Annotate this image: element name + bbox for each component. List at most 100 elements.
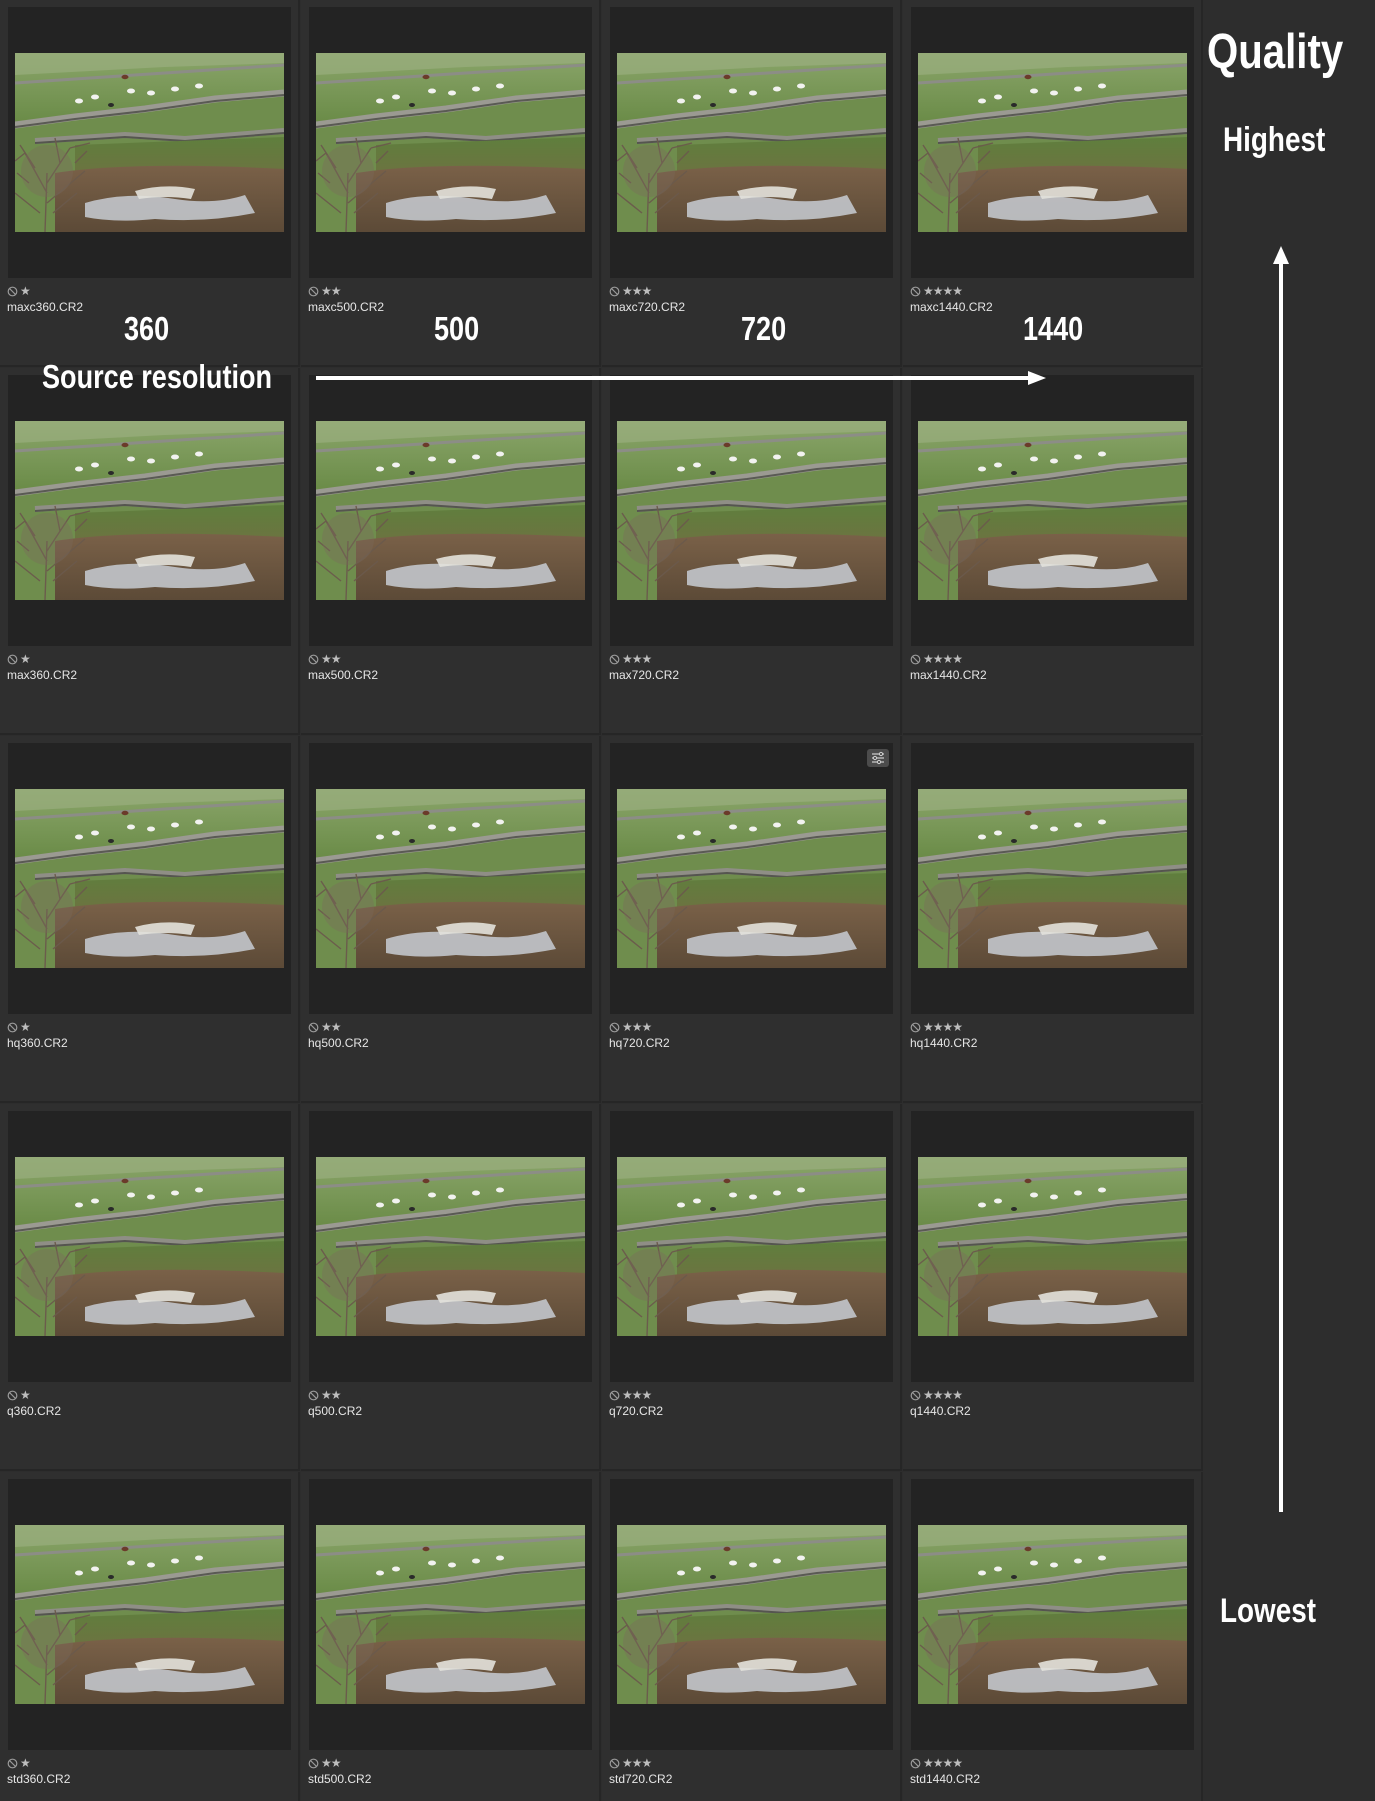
thumbnail-frame[interactable]: [8, 375, 291, 646]
reject-flag-icon[interactable]: [308, 1022, 319, 1033]
star-rating[interactable]: ★★★: [622, 1389, 652, 1401]
reject-flag-icon[interactable]: [910, 1390, 921, 1401]
photo-cell[interactable]: ★ std360.CR2: [0, 1472, 300, 1801]
reject-flag-icon[interactable]: [7, 286, 18, 297]
thumbnail-image[interactable]: [316, 1157, 585, 1336]
star-rating[interactable]: ★★★★: [923, 653, 963, 665]
thumbnail-image[interactable]: [15, 1157, 284, 1336]
star-rating[interactable]: ★★★: [622, 285, 652, 297]
reject-flag-icon[interactable]: [609, 1758, 620, 1769]
thumbnail-image[interactable]: [15, 53, 284, 232]
file-name: max500.CR2: [308, 668, 379, 682]
reject-flag-icon[interactable]: [609, 1022, 620, 1033]
photo-cell[interactable]: ★★ hq500.CR2: [301, 736, 601, 1103]
star-rating[interactable]: ★★: [321, 1021, 341, 1033]
resolution-label-500: 500: [434, 310, 480, 347]
thumbnail-frame[interactable]: [309, 1111, 592, 1382]
photo-cell[interactable]: ★★★ max720.CR2: [602, 368, 902, 735]
star-rating[interactable]: ★★★★: [923, 285, 963, 297]
reject-flag-icon[interactable]: [308, 1390, 319, 1401]
thumbnail-image[interactable]: [15, 421, 284, 600]
rating-row: ★★: [308, 652, 341, 666]
reject-flag-icon[interactable]: [609, 1390, 620, 1401]
star-rating[interactable]: ★★★: [622, 1757, 652, 1769]
thumbnail-image[interactable]: [918, 1525, 1187, 1704]
reject-flag-icon[interactable]: [7, 1022, 18, 1033]
photo-cell[interactable]: ★★★ std720.CR2: [602, 1472, 902, 1801]
reject-flag-icon[interactable]: [7, 1758, 18, 1769]
reject-flag-icon[interactable]: [910, 1022, 921, 1033]
thumbnail-image[interactable]: [316, 421, 585, 600]
thumbnail-image[interactable]: [316, 53, 585, 232]
star-rating[interactable]: ★★★: [622, 1021, 652, 1033]
thumbnail-image[interactable]: [617, 421, 886, 600]
adjustments-icon[interactable]: [867, 749, 889, 767]
thumbnail-image[interactable]: [316, 789, 585, 968]
photo-cell[interactable]: ★ max360.CR2: [0, 368, 300, 735]
thumbnail-frame[interactable]: [911, 1111, 1194, 1382]
star-rating[interactable]: ★: [20, 1757, 31, 1769]
thumbnail-frame[interactable]: [610, 1479, 893, 1750]
reject-flag-icon[interactable]: [910, 654, 921, 665]
reject-flag-icon[interactable]: [308, 286, 319, 297]
photo-cell[interactable]: ★★★ hq720.CR2: [602, 736, 902, 1103]
photo-cell[interactable]: ★★★★ std1440.CR2: [903, 1472, 1203, 1801]
photo-cell[interactable]: ★★★ q720.CR2: [602, 1104, 902, 1471]
star-rating[interactable]: ★: [20, 1021, 31, 1033]
thumbnail-image[interactable]: [15, 1525, 284, 1704]
photo-cell[interactable]: ★ q360.CR2: [0, 1104, 300, 1471]
reject-flag-icon[interactable]: [7, 654, 18, 665]
photo-cell[interactable]: ★ hq360.CR2: [0, 736, 300, 1103]
thumbnail-image[interactable]: [918, 421, 1187, 600]
thumbnail-image[interactable]: [617, 1157, 886, 1336]
thumbnail-frame[interactable]: [309, 7, 592, 278]
thumbnail-frame[interactable]: [610, 1111, 893, 1382]
photo-cell[interactable]: ★★ q500.CR2: [301, 1104, 601, 1471]
star-rating[interactable]: ★★★★: [923, 1021, 963, 1033]
thumbnail-image[interactable]: [617, 1525, 886, 1704]
reject-flag-icon[interactable]: [308, 1758, 319, 1769]
thumbnail-frame[interactable]: [610, 743, 893, 1014]
reject-flag-icon[interactable]: [910, 286, 921, 297]
thumbnail-frame[interactable]: [8, 1479, 291, 1750]
reject-flag-icon[interactable]: [609, 654, 620, 665]
thumbnail-frame[interactable]: [8, 7, 291, 278]
thumbnail-frame[interactable]: [309, 743, 592, 1014]
thumbnail-image[interactable]: [918, 789, 1187, 968]
photo-cell[interactable]: ★★ std500.CR2: [301, 1472, 601, 1801]
thumbnail-image[interactable]: [316, 1525, 585, 1704]
star-rating[interactable]: ★: [20, 653, 31, 665]
star-rating[interactable]: ★: [20, 1389, 31, 1401]
star-rating[interactable]: ★★: [321, 1757, 341, 1769]
star-rating[interactable]: ★★: [321, 285, 341, 297]
thumbnail-image[interactable]: [15, 789, 284, 968]
star-rating[interactable]: ★★★★: [923, 1757, 963, 1769]
thumbnail-image[interactable]: [918, 1157, 1187, 1336]
thumbnail-frame[interactable]: [309, 375, 592, 646]
reject-flag-icon[interactable]: [7, 1390, 18, 1401]
thumbnail-frame[interactable]: [911, 743, 1194, 1014]
star-rating[interactable]: ★★★: [622, 653, 652, 665]
reject-flag-icon[interactable]: [308, 654, 319, 665]
star-rating[interactable]: ★★: [321, 1389, 341, 1401]
thumbnail-frame[interactable]: [8, 1111, 291, 1382]
thumbnail-frame[interactable]: [8, 743, 291, 1014]
thumbnail-frame[interactable]: [309, 1479, 592, 1750]
thumbnail-image[interactable]: [617, 789, 886, 968]
photo-cell[interactable]: ★★ max500.CR2: [301, 368, 601, 735]
star-rating[interactable]: ★★: [321, 653, 341, 665]
thumbnail-image[interactable]: [617, 53, 886, 232]
reject-flag-icon[interactable]: [609, 286, 620, 297]
thumbnail-frame[interactable]: [911, 375, 1194, 646]
thumbnail-image[interactable]: [918, 53, 1187, 232]
thumbnail-frame[interactable]: [610, 375, 893, 646]
reject-flag-icon[interactable]: [910, 1758, 921, 1769]
photo-cell[interactable]: ★★★★ hq1440.CR2: [903, 736, 1203, 1103]
photo-cell[interactable]: ★★★★ max1440.CR2: [903, 368, 1203, 735]
star-rating[interactable]: ★★★★: [923, 1389, 963, 1401]
thumbnail-frame[interactable]: [911, 7, 1194, 278]
star-rating[interactable]: ★: [20, 285, 31, 297]
thumbnail-frame[interactable]: [911, 1479, 1194, 1750]
thumbnail-frame[interactable]: [610, 7, 893, 278]
photo-cell[interactable]: ★★★★ q1440.CR2: [903, 1104, 1203, 1471]
